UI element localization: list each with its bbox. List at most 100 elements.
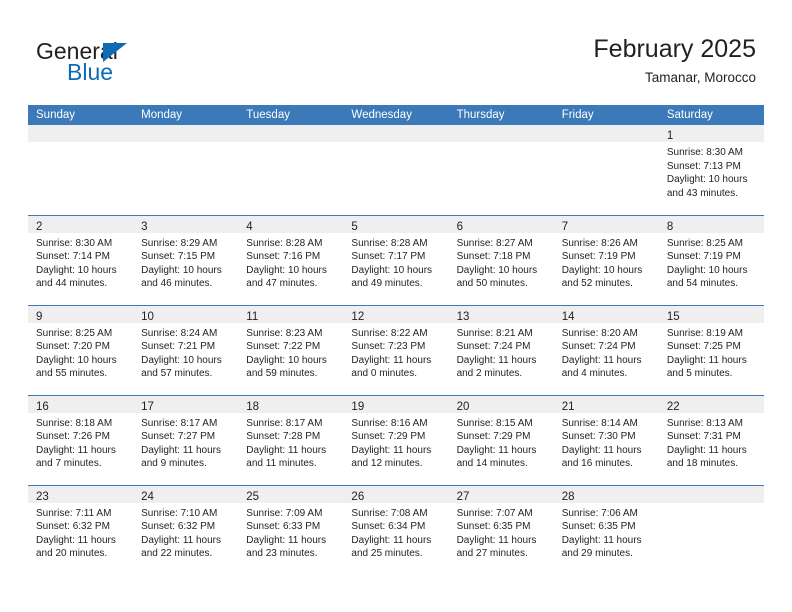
day-cell-inner: 17 Sunrise: 8:17 AM Sunset: 7:27 PM Dayligh… [133, 395, 239, 485]
calendar-day-cell[interactable]: 23 Sunrise: 7:11 AM Sunset: 6:32 PM Dayligh… [28, 484, 134, 576]
sunrise-text: Sunrise: 7:08 AM [351, 507, 428, 519]
calendar-day-cell[interactable]: 10 Sunrise: 8:24 AM Sunset: 7:21 PM Dayligh… [133, 304, 239, 395]
daylight-text-line1: Daylight: 11 hours [666, 354, 747, 366]
day-cell-inner: 10 Sunrise: 8:24 AM Sunset: 7:21 PM Dayligh… [133, 305, 239, 395]
daylight-text-line1: Daylight: 11 hours [666, 444, 747, 456]
day-cell-inner: 14 Sunrise: 8:20 AM Sunset: 7:24 PM Dayligh… [553, 305, 659, 395]
calendar-day-cell[interactable]: 18 Sunrise: 8:17 AM Sunset: 7:28 PM Dayligh… [238, 394, 344, 485]
calendar-day-cell[interactable]: 20 Sunrise: 8:15 AM Sunset: 7:29 PM Dayligh… [448, 394, 554, 485]
calendar-day-cell[interactable]: 13 Sunrise: 8:21 AM Sunset: 7:24 PM Dayligh… [448, 304, 554, 395]
daylight-text-line2: and 14 minutes. [456, 458, 528, 470]
sunrise-text: Sunrise: 8:25 AM [666, 237, 743, 249]
daylight-text-line1: Daylight: 11 hours [456, 444, 537, 456]
day-number-band: 19 [343, 395, 449, 413]
day-number-band: 22 [658, 395, 764, 413]
sunset-text: Sunset: 6:35 PM [561, 521, 636, 533]
sunset-text: Sunset: 7:28 PM [246, 431, 321, 443]
calendar-day-cell[interactable]: 3 Sunrise: 8:29 AM Sunset: 7:15 PM Daylight… [133, 214, 239, 305]
sunrise-text: Sunrise: 8:14 AM [561, 417, 638, 429]
day-number-band: 7 [553, 215, 659, 233]
calendar-day-cell[interactable]: 4 Sunrise: 8:28 AM Sunset: 7:16 PM Daylight… [238, 214, 344, 305]
day-cell-details: Sunrise: 8:27 AM Sunset: 7:18 PM Daylight:… [449, 233, 554, 291]
calendar-table: Sunday Monday Tuesday Wednesday Thursday… [28, 105, 764, 575]
calendar-week-row: 23 Sunrise: 7:11 AM Sunset: 6:32 PM Dayligh… [28, 484, 764, 576]
day-number: 23 [36, 490, 49, 503]
page-subtitle: Tamanar, Morocco [644, 70, 756, 85]
daylight-text-line1: Daylight: 11 hours [456, 354, 537, 366]
day-cell-inner: 22 Sunrise: 8:13 AM Sunset: 7:31 PM Dayligh… [658, 395, 764, 485]
day-cell-inner [343, 125, 449, 215]
sunrise-text: Sunrise: 8:21 AM [456, 327, 533, 339]
day-number: 25 [246, 490, 260, 503]
day-cell-details: Sunrise: 7:06 AM Sunset: 6:35 PM Daylight:… [554, 503, 659, 561]
sunset-text: Sunset: 7:21 PM [141, 341, 216, 353]
day-number-band [28, 125, 134, 142]
calendar-week-row: 2 Sunrise: 8:30 AM Sunset: 7:14 PM Daylight… [28, 214, 764, 305]
weekday-header-wednesday: Wednesday [343, 105, 449, 125]
calendar-day-cell[interactable]: 7 Sunrise: 8:26 AM Sunset: 7:19 PM Daylight… [553, 214, 659, 305]
day-number: 8 [666, 220, 674, 233]
day-cell-details: Sunrise: 8:24 AM Sunset: 7:21 PM Daylight:… [133, 323, 238, 381]
day-cell-details: Sunrise: 8:30 AM Sunset: 7:14 PM Daylight:… [28, 233, 133, 291]
calendar-day-cell[interactable]: 2 Sunrise: 8:30 AM Sunset: 7:14 PM Daylight… [28, 214, 134, 305]
day-number-band: 9 [28, 305, 134, 323]
calendar-day-cell[interactable]: 8 Sunrise: 8:25 AM Sunset: 7:19 PM Daylight… [658, 214, 764, 305]
calendar-day-cell[interactable]: 19 Sunrise: 8:16 AM Sunset: 7:29 PM Dayligh… [343, 394, 449, 485]
calendar-day-cell[interactable]: 11 Sunrise: 8:23 AM Sunset: 7:22 PM Dayligh… [238, 304, 344, 395]
daylight-text-line1: Daylight: 11 hours [141, 444, 221, 456]
calendar-day-cell[interactable]: 22 Sunrise: 8:13 AM Sunset: 7:31 PM Dayligh… [658, 394, 764, 485]
daylight-text-line2: and 54 minutes. [666, 278, 739, 290]
day-number-band: 10 [133, 305, 239, 323]
calendar-day-cell[interactable]: 15 Sunrise: 8:19 AM Sunset: 7:25 PM Dayligh… [658, 304, 764, 395]
general-blue-logo[interactable]: General Blue [36, 38, 236, 94]
calendar-day-cell[interactable]: 1 Sunrise: 8:30 AM Sunset: 7:13 PM Daylight… [658, 125, 764, 215]
calendar-day-cell[interactable]: 5 Sunrise: 8:28 AM Sunset: 7:17 PM Daylight… [343, 214, 449, 305]
day-number: 7 [561, 220, 569, 233]
calendar-day-cell[interactable]: 14 Sunrise: 8:20 AM Sunset: 7:24 PM Dayligh… [553, 304, 659, 395]
daylight-text-line1: Daylight: 10 hours [351, 264, 433, 276]
day-number: 11 [246, 310, 259, 323]
daylight-text-line2: and 16 minutes. [561, 458, 633, 470]
calendar-day-cell[interactable]: 12 Sunrise: 8:22 AM Sunset: 7:23 PM Dayligh… [343, 304, 449, 395]
day-cell-inner [553, 125, 659, 215]
daylight-text-line2: and 11 minutes. [246, 458, 317, 470]
day-cell-inner: 21 Sunrise: 8:14 AM Sunset: 7:30 PM Dayligh… [553, 395, 659, 485]
calendar-day-cell[interactable]: 24 Sunrise: 7:10 AM Sunset: 6:32 PM Dayligh… [133, 484, 239, 575]
day-cell-details: Sunrise: 7:11 AM Sunset: 6:32 PM Daylight:… [28, 503, 133, 561]
daylight-text-line2: and 12 minutes. [351, 458, 423, 470]
daylight-text-line2: and 22 minutes. [141, 548, 213, 560]
daylight-text-line2: and 2 minutes. [456, 368, 523, 380]
sunset-text: Sunset: 7:23 PM [351, 341, 426, 353]
day-cell-inner: 5 Sunrise: 8:28 AM Sunset: 7:17 PM Daylight… [343, 215, 449, 305]
day-number: 16 [36, 400, 49, 413]
sunrise-text: Sunrise: 8:19 AM [666, 327, 743, 339]
calendar-day-cell[interactable]: 27 Sunrise: 7:07 AM Sunset: 6:35 PM Dayligh… [448, 484, 554, 575]
day-cell-inner: 8 Sunrise: 8:25 AM Sunset: 7:19 PM Daylight… [658, 215, 764, 305]
sunrise-text: Sunrise: 8:16 AM [351, 417, 428, 429]
sunrise-text: Sunrise: 7:11 AM [36, 507, 112, 519]
calendar-day-cell[interactable]: 26 Sunrise: 7:08 AM Sunset: 6:34 PM Dayligh… [343, 484, 449, 575]
calendar-day-cell[interactable]: 16 Sunrise: 8:18 AM Sunset: 7:26 PM Dayligh… [28, 394, 134, 485]
sunset-text: Sunset: 7:29 PM [351, 431, 426, 443]
day-cell-details: Sunrise: 8:23 AM Sunset: 7:22 PM Daylight:… [238, 323, 343, 381]
day-cell-details: Sunrise: 8:15 AM Sunset: 7:29 PM Daylight:… [449, 413, 554, 471]
calendar-day-cell[interactable]: 17 Sunrise: 8:17 AM Sunset: 7:27 PM Dayligh… [133, 394, 239, 485]
calendar-day-cell[interactable]: 21 Sunrise: 8:14 AM Sunset: 7:30 PM Dayligh… [553, 394, 659, 485]
sunset-text: Sunset: 7:22 PM [246, 341, 321, 353]
day-cell-inner: 23 Sunrise: 7:11 AM Sunset: 6:32 PM Dayligh… [28, 485, 134, 576]
calendar-day-cell[interactable]: 28 Sunrise: 7:06 AM Sunset: 6:35 PM Dayligh… [553, 484, 659, 575]
day-number-band [343, 125, 449, 142]
day-cell-details: Sunrise: 8:22 AM Sunset: 7:23 PM Daylight:… [343, 323, 448, 381]
day-cell-details: Sunrise: 7:08 AM Sunset: 6:34 PM Daylight:… [343, 503, 448, 561]
calendar-day-cell[interactable]: 25 Sunrise: 7:09 AM Sunset: 6:33 PM Dayligh… [238, 484, 344, 575]
page-title: February 2025 [593, 35, 756, 63]
sunrise-text: Sunrise: 8:22 AM [351, 327, 428, 339]
day-number-band: 27 [448, 485, 554, 503]
calendar-day-cell[interactable]: 6 Sunrise: 8:27 AM Sunset: 7:18 PM Daylight… [448, 214, 554, 305]
day-cell-inner: 16 Sunrise: 8:18 AM Sunset: 7:26 PM Dayligh… [28, 395, 134, 485]
sunrise-text: Sunrise: 8:24 AM [141, 327, 218, 339]
calendar-day-cell-empty [658, 484, 764, 575]
calendar-day-cell[interactable]: 9 Sunrise: 8:25 AM Sunset: 7:20 PM Daylight… [28, 304, 134, 395]
day-number-band: 20 [448, 395, 554, 413]
day-number-band: 18 [238, 395, 344, 413]
